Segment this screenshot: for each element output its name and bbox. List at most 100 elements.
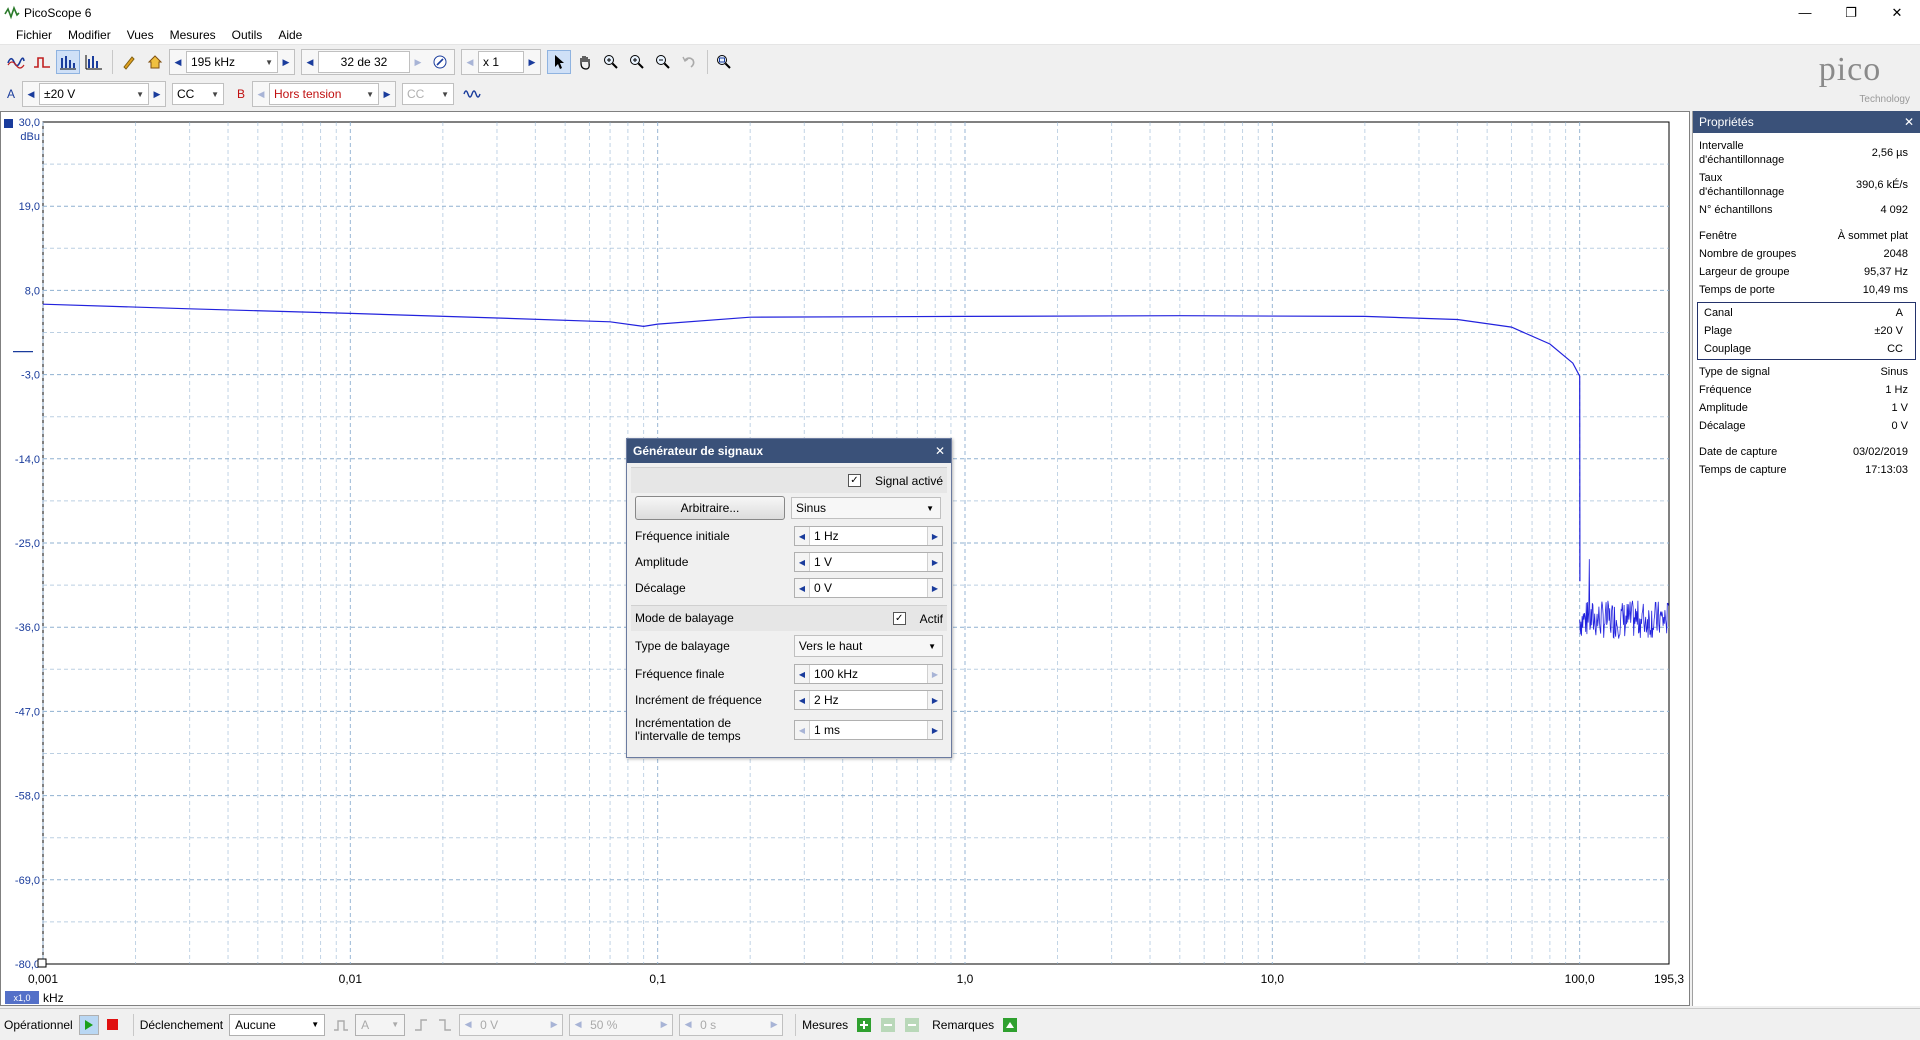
freq-range-prev-icon[interactable]: ◀ (170, 50, 186, 74)
remove-measurement-icon[interactable] (902, 1015, 922, 1035)
increment-icon[interactable]: ▶ (928, 527, 942, 545)
increment-icon[interactable]: ▶ (928, 665, 942, 683)
freq-increment-stepper[interactable]: ◀ 2 Hz ▶ (793, 690, 943, 710)
menu-vues[interactable]: Vues (119, 28, 162, 42)
buffer-prev-icon[interactable]: ◀ (302, 50, 318, 74)
hand-tool-icon[interactable] (573, 50, 597, 74)
delay-stepper[interactable]: ◀ 0 s ▶ (679, 1013, 784, 1036)
maximize-button[interactable]: ❐ (1828, 0, 1874, 25)
pointer-tool-icon[interactable] (547, 50, 571, 74)
chan-a-range-prev-icon[interactable]: ◀ (23, 82, 39, 106)
zoom-prev-icon[interactable]: ◀ (462, 50, 478, 74)
decrement-icon[interactable]: ◀ (794, 579, 809, 597)
falling-edge-icon[interactable] (435, 1015, 455, 1035)
channel-b-options[interactable]: B (230, 82, 252, 106)
freq-range-select[interactable]: 195 kHz ▼ (186, 51, 278, 73)
scope-mode-icon[interactable] (4, 50, 28, 74)
chan-b-range-prev-icon[interactable]: ◀ (253, 82, 269, 106)
decrement-icon[interactable]: ◀ (570, 1019, 586, 1030)
channel-b-range-control: ◀ Hors tension ▼ ▶ (252, 81, 396, 107)
add-measurement-icon[interactable] (854, 1015, 874, 1035)
run-button[interactable] (78, 1014, 99, 1035)
chan-a-coupling-select[interactable]: CC ▼ (172, 83, 224, 105)
pretrigger-value[interactable]: 50 % (586, 1018, 656, 1032)
menu-mesures[interactable]: Mesures (162, 28, 224, 42)
advanced-trigger-icon[interactable] (331, 1015, 351, 1035)
amplitude-value[interactable]: 1 V (808, 553, 928, 571)
increment-icon[interactable]: ▶ (928, 553, 942, 571)
home-icon[interactable] (143, 50, 167, 74)
buffer-next-icon[interactable]: ▶ (410, 50, 426, 74)
decrement-icon[interactable]: ◀ (680, 1019, 696, 1030)
zoom-in-icon[interactable] (625, 50, 649, 74)
start-freq-value[interactable]: 1 Hz (808, 527, 928, 545)
chan-b-coupling-select[interactable]: CC ▼ (402, 83, 454, 105)
buffer-overview-icon[interactable] (428, 50, 452, 74)
arbitrary-button[interactable]: Arbitraire... (635, 496, 785, 520)
channel-a-options[interactable]: A (0, 82, 22, 106)
stop-button[interactable] (103, 1015, 123, 1035)
time-increment-stepper[interactable]: ◀ 1 ms ▶ (794, 720, 943, 740)
trigger-mode-select[interactable]: Aucune ▼ (229, 1013, 326, 1036)
threshold-stepper[interactable]: ◀ 0 V ▶ (459, 1013, 564, 1036)
end-freq-value[interactable]: 100 kHz (808, 665, 928, 683)
delay-value[interactable]: 0 s (696, 1018, 766, 1032)
increment-icon[interactable]: ▶ (928, 691, 942, 709)
sweep-type-select[interactable]: Vers le haut ▼ (793, 635, 943, 657)
decrement-icon[interactable]: ◀ (794, 691, 809, 709)
increment-icon[interactable]: ▶ (546, 1019, 562, 1030)
edit-measurement-icon[interactable] (878, 1015, 898, 1035)
chan-a-range-next-icon[interactable]: ▶ (149, 82, 165, 106)
menu-aide[interactable]: Aide (270, 28, 310, 42)
time-increment-value[interactable]: 1 ms (809, 721, 928, 739)
zoom-in-tool-icon[interactable] (599, 50, 623, 74)
rising-edge-icon[interactable] (411, 1015, 431, 1035)
notes-toggle-icon[interactable] (1000, 1015, 1020, 1035)
close-icon[interactable]: ✕ (935, 444, 945, 458)
signal-active-checkbox[interactable]: ✓ (847, 474, 861, 487)
sweep-active-checkbox[interactable]: ✓ (892, 612, 906, 625)
decrement-icon[interactable]: ◀ (794, 527, 809, 545)
pretrigger-stepper[interactable]: ◀ 50 % ▶ (569, 1013, 674, 1036)
trigger-channel-select[interactable]: A ▼ (355, 1013, 406, 1036)
increment-icon[interactable]: ▶ (928, 721, 942, 739)
undo-zoom-icon[interactable] (677, 50, 701, 74)
probe-icon[interactable] (117, 50, 141, 74)
zoom-next-icon[interactable]: ▶ (524, 50, 540, 74)
increment-icon[interactable]: ▶ (928, 579, 942, 597)
decrement-icon[interactable]: ◀ (460, 1019, 476, 1030)
increment-icon[interactable]: ▶ (766, 1019, 782, 1030)
trigger-label: Déclenchement (139, 1017, 224, 1032)
menu-modifier[interactable]: Modifier (60, 28, 119, 42)
spectrum-mode-icon[interactable] (56, 50, 80, 74)
zoom-out-icon[interactable] (651, 50, 675, 74)
freq-increment-value[interactable]: 2 Hz (808, 691, 928, 709)
buffer-position[interactable]: 32 de 32 (318, 51, 410, 73)
decrement-icon[interactable]: ◀ (794, 665, 809, 683)
offset-value[interactable]: 0 V (808, 579, 928, 597)
zoom-value-field[interactable]: x 1 (478, 51, 524, 73)
chan-b-range-select[interactable]: Hors tension ▼ (269, 83, 379, 105)
close-window-button[interactable]: ✕ (1874, 0, 1920, 25)
threshold-value[interactable]: 0 V (476, 1018, 546, 1032)
chan-a-range-select[interactable]: ±20 V ▼ (39, 83, 149, 105)
persistence-mode-icon[interactable] (30, 50, 54, 74)
freq-range-next-icon[interactable]: ▶ (278, 50, 294, 74)
decrement-icon[interactable]: ◀ (794, 553, 809, 571)
chevron-down-icon: ▼ (441, 89, 449, 99)
close-icon[interactable]: ✕ (1904, 115, 1914, 129)
menu-fichier[interactable]: Fichier (8, 28, 60, 42)
offset-stepper[interactable]: ◀ 0 V ▶ (793, 578, 943, 598)
end-freq-stepper[interactable]: ◀ 100 kHz ▶ (793, 664, 943, 684)
spectrum-view-icon[interactable] (82, 50, 106, 74)
signal-generator-icon[interactable] (460, 82, 484, 106)
menu-outils[interactable]: Outils (224, 28, 271, 42)
chan-b-range-next-icon[interactable]: ▶ (379, 82, 395, 106)
amplitude-stepper[interactable]: ◀ 1 V ▶ (793, 552, 943, 572)
increment-icon[interactable]: ▶ (656, 1019, 672, 1030)
decrement-icon[interactable]: ◀ (795, 721, 809, 739)
wave-type-select[interactable]: Sinus ▼ (791, 497, 941, 519)
start-freq-stepper[interactable]: ◀ 1 Hz ▶ (793, 526, 943, 546)
minimize-button[interactable]: — (1782, 0, 1828, 25)
zoom-fit-icon[interactable] (712, 50, 736, 74)
